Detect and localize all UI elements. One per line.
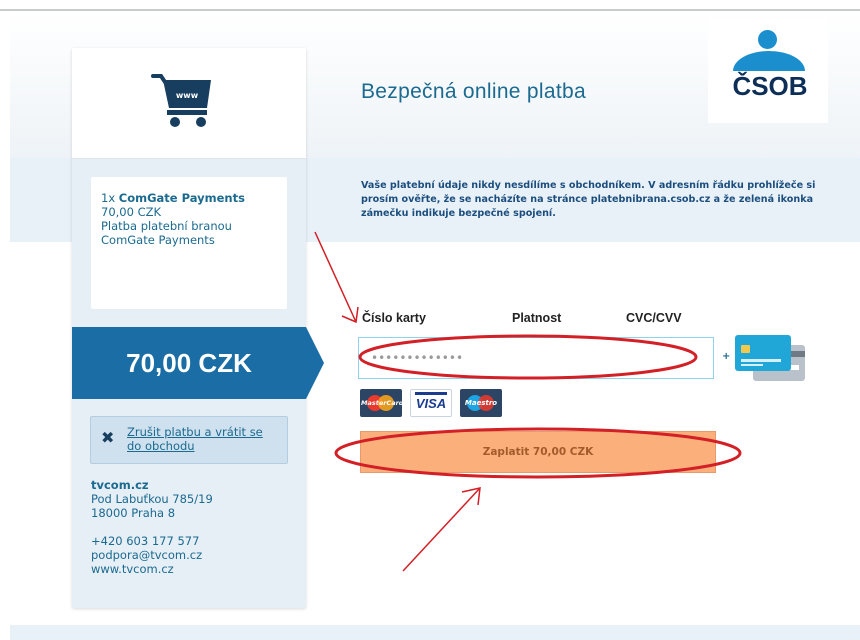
maestro-logo: Maestro: [460, 389, 502, 417]
credit-card-icon: [735, 335, 805, 381]
total-amount: 70,00 CZK: [126, 348, 252, 378]
order-quantity: 1x: [101, 191, 116, 205]
merchant-name: tvcom.cz: [91, 478, 149, 492]
order-description: Platba platební branou ComGate Payments: [101, 219, 232, 247]
expiry-label: Platnost: [512, 311, 562, 325]
merchant-phone: +420 603 177 577: [91, 534, 200, 548]
annotation-arrow-top: [314, 231, 357, 323]
shopping-cart-icon: www: [151, 74, 211, 127]
page-title: Bezpečná online platba: [361, 80, 586, 103]
merchant-city: 18000 Praha 8: [91, 506, 176, 520]
merchant-info: tvcom.cz Pod Labuťkou 785/19 18000 Praha…: [91, 478, 291, 576]
merchant-street: Pod Labuťkou 785/19: [91, 492, 213, 506]
pay-button[interactable]: Zaplatit 70,00 CZK: [360, 431, 716, 473]
maestro-text: Maestro: [464, 399, 498, 407]
cart-icon-label: www: [176, 91, 199, 100]
footer-band: [10, 625, 860, 640]
card-number-label: Číslo karty: [362, 311, 426, 325]
mastercard-text: MasterCard: [361, 399, 404, 407]
close-icon: ✖: [101, 428, 115, 447]
annotation-arrowhead-bottom: [461, 487, 481, 506]
order-product: ComGate Payments: [118, 191, 245, 205]
annotation-arrow-bottom: [402, 487, 481, 572]
order-summary: 1x ComGate Payments 70,00 CZK Platba pla…: [91, 177, 287, 309]
top-divider: [0, 9, 860, 11]
card-number-input[interactable]: [358, 337, 714, 379]
visa-logo: VISA: [410, 389, 452, 417]
order-price: 70,00 CZK: [101, 205, 162, 219]
banner-arrow: [306, 327, 324, 399]
logo-figure-head: [758, 30, 777, 49]
plus-sign: +: [722, 351, 731, 362]
merchant-email: podpora@tvcom.cz: [91, 548, 203, 562]
mastercard-logo: MasterCard: [360, 389, 404, 417]
visa-text: VISA: [415, 396, 447, 411]
cancel-payment-link[interactable]: Zrušit platbu a vrátit se do obchodu: [127, 425, 277, 453]
cancel-payment-button[interactable]: ✖ Zrušit platbu a vrátit se do obchodu: [90, 416, 288, 464]
logo-text: ČSOB: [732, 71, 808, 101]
merchant-web: www.tvcom.cz: [91, 562, 174, 576]
security-notice: Vaše platební údaje nikdy nesdílíme s ob…: [361, 180, 816, 219]
cvc-label: CVC/CVV: [626, 311, 682, 325]
annotation-arrowhead-top: [341, 306, 359, 324]
